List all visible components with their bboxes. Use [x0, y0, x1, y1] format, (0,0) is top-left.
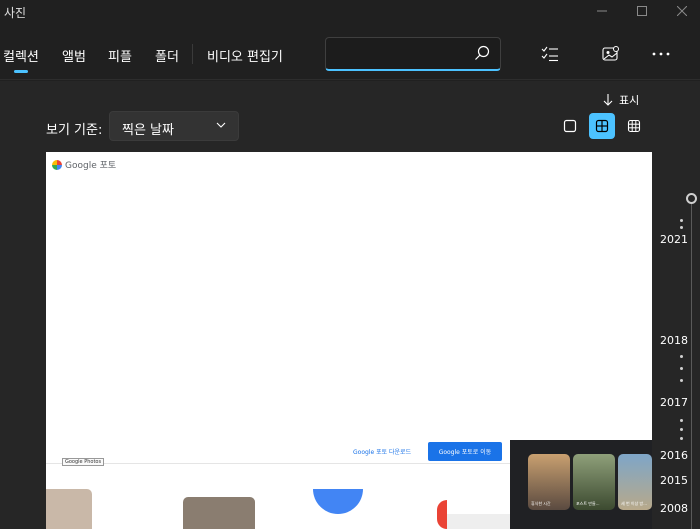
preview-logo: Google 포토 — [52, 158, 116, 171]
import-button[interactable] — [599, 44, 623, 64]
single-square-icon — [563, 119, 577, 133]
preview-blue-shape — [313, 489, 363, 514]
timeline-dot — [680, 428, 683, 431]
timeline-year[interactable]: 2008 — [660, 502, 688, 515]
timeline-dot — [680, 355, 683, 358]
sort-dropdown[interactable]: 찍은 날짜 — [109, 111, 239, 141]
photo-tile[interactable]: Google 포토 Google Photos Google 포토 다운로드 G… — [46, 152, 652, 529]
preview-logo-text: Google 포토 — [65, 161, 117, 171]
timeline-dot — [680, 419, 683, 422]
timeline-dot — [680, 226, 683, 229]
timeline-year[interactable]: 2021 — [660, 233, 688, 246]
single-view-button[interactable] — [557, 113, 583, 139]
show-label: 표시 — [619, 94, 640, 107]
preview-thumb: 포스트 만들... — [573, 454, 615, 510]
app-title: 사진 — [4, 6, 27, 20]
search-input[interactable] — [326, 38, 466, 68]
select-list-icon — [541, 46, 558, 62]
select-button[interactable] — [538, 44, 562, 64]
preview-thumb-caption: 세 번 이상 방... — [621, 501, 648, 506]
sort-label: 보기 기준: — [46, 123, 103, 138]
sort-selected-value: 찍은 날짜 — [122, 123, 174, 138]
timeline-dot — [680, 219, 683, 222]
preview-download-link: Google 포토 다운로드 — [353, 449, 412, 456]
active-tab-indicator — [14, 70, 28, 73]
medium-grid-icon — [595, 119, 609, 133]
tab-people[interactable]: 피플 — [108, 46, 132, 65]
arrow-down-icon — [603, 94, 613, 106]
tab-folders[interactable]: 폴더 — [155, 46, 179, 65]
timeline-track[interactable] — [691, 196, 692, 529]
more-button[interactable] — [649, 44, 673, 64]
preview-gray-shape — [447, 514, 510, 529]
close-icon — [677, 6, 687, 16]
tab-albums[interactable]: 앨범 — [62, 46, 86, 65]
medium-grid-view-button[interactable] — [589, 113, 615, 139]
preview-go-button: Google 포토로 이동 — [428, 442, 502, 461]
preview-photo-people — [183, 497, 255, 529]
title-bar: 사진 — [0, 0, 700, 24]
preview-thumb-caption: 포스트 만들... — [576, 501, 600, 506]
small-grid-view-button[interactable] — [621, 113, 647, 139]
close-button[interactable] — [662, 0, 700, 22]
tab-video-editor[interactable]: 비디오 편집기 — [207, 46, 283, 65]
chevron-down-icon — [216, 122, 226, 128]
preview-thumb: 휴식한 시간 — [528, 454, 570, 510]
timeline-year[interactable]: 2016 — [660, 449, 688, 462]
timeline-year[interactable]: 2018 — [660, 334, 688, 347]
preview-thumb-caption: 휴식한 시간 — [531, 501, 551, 506]
search-icon[interactable] — [474, 45, 490, 61]
preview-thumb: 세 번 이상 방... — [618, 454, 652, 510]
timeline-dot — [680, 379, 683, 382]
small-grid-icon — [627, 119, 641, 133]
timeline-dot — [680, 367, 683, 370]
maximize-button[interactable] — [622, 0, 662, 22]
preview-photo-left — [46, 489, 92, 529]
minimize-icon — [597, 10, 607, 12]
more-icon — [652, 52, 670, 56]
show-button[interactable]: 표시 — [603, 92, 639, 108]
search-box[interactable] — [325, 37, 501, 71]
import-icon — [602, 46, 619, 61]
maximize-icon — [637, 6, 647, 16]
timeline-dot — [680, 437, 683, 440]
timeline-year[interactable]: 2017 — [660, 396, 688, 409]
tab-collection[interactable]: 컬렉션 — [3, 46, 39, 65]
preview-tooltip: Google Photos — [62, 458, 105, 466]
timeline-handle[interactable] — [686, 193, 697, 204]
preview-red-shape — [437, 500, 447, 529]
nav-divider — [192, 44, 193, 64]
timeline-year[interactable]: 2015 — [660, 474, 688, 487]
pinwheel-icon — [52, 159, 62, 170]
minimize-button[interactable] — [582, 0, 622, 22]
